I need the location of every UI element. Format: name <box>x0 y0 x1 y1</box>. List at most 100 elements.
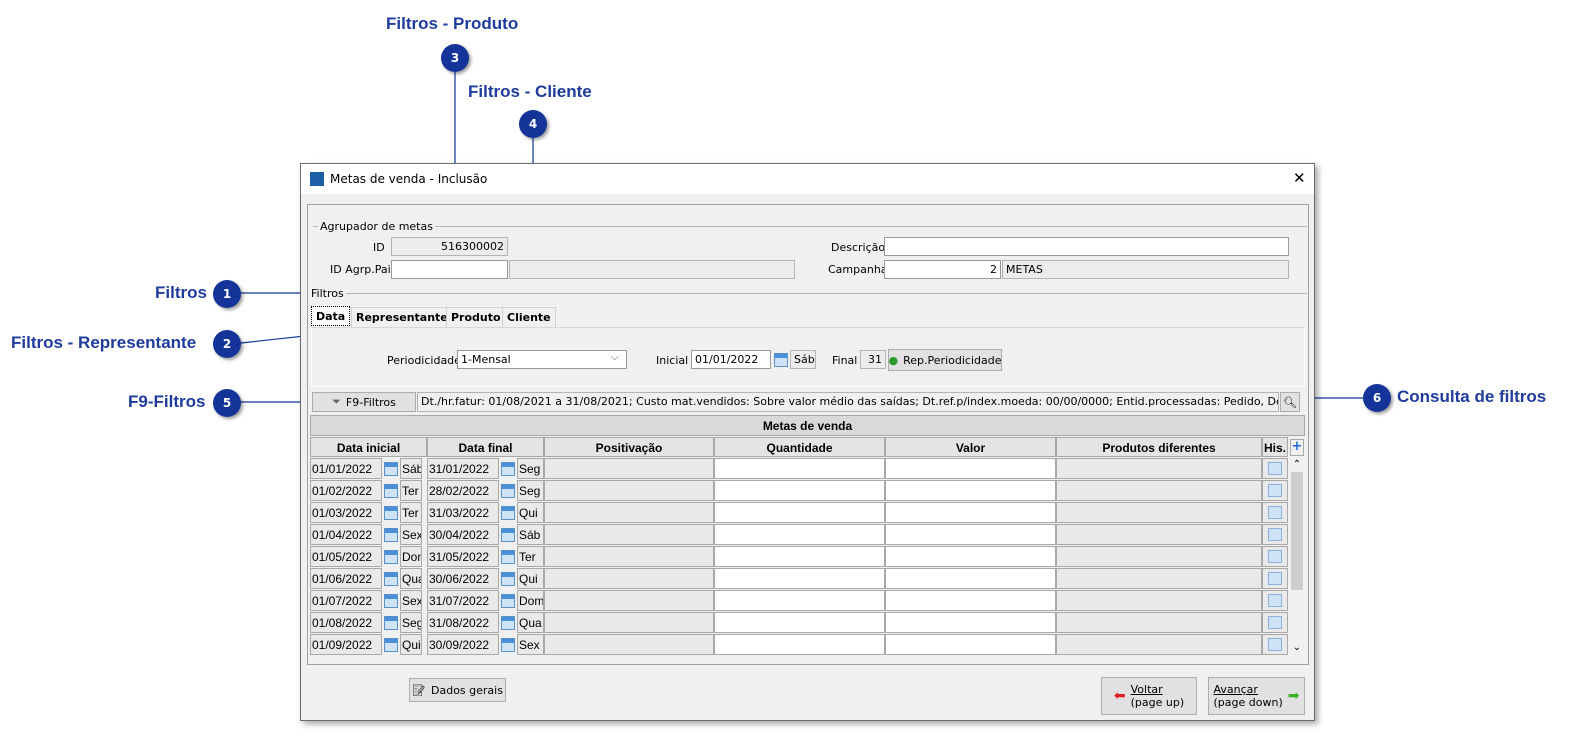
column-header[interactable]: Produtos diferentes <box>1056 437 1262 457</box>
historico-button[interactable] <box>1262 458 1288 479</box>
column-header[interactable]: Quantidade <box>714 437 885 457</box>
data-inicial-cell[interactable]: 01/06/2022 <box>310 568 382 589</box>
data-inicial-cell[interactable]: 01/08/2022 <box>310 612 382 633</box>
calendar-icon[interactable] <box>384 572 398 586</box>
data-final-cell[interactable]: 30/04/2022 <box>427 524 499 545</box>
data-inicial-cell[interactable]: 01/07/2022 <box>310 590 382 611</box>
valor-input[interactable] <box>885 480 1056 501</box>
consulta-filtros-button[interactable]: 🔍︎ <box>1280 392 1300 412</box>
periodicidade-select[interactable]: 1-Mensal <box>457 350 627 369</box>
calendar-icon[interactable] <box>384 484 398 498</box>
data-inicial-cell[interactable]: 01/03/2022 <box>310 502 382 523</box>
calendar-icon[interactable] <box>384 528 398 542</box>
valor-input[interactable] <box>885 502 1056 523</box>
data-final-cell[interactable]: 31/01/2022 <box>427 458 499 479</box>
historico-button[interactable] <box>1262 502 1288 523</box>
column-header[interactable]: Data inicial <box>310 437 427 457</box>
calendar-icon[interactable] <box>384 462 398 476</box>
calendar-icon[interactable] <box>501 638 515 652</box>
calendar-icon[interactable] <box>501 484 515 498</box>
data-inicial-cell[interactable]: 01/05/2022 <box>310 546 382 567</box>
calendar-icon[interactable] <box>384 616 398 630</box>
data-inicial-cell[interactable]: 01/04/2022 <box>310 524 382 545</box>
add-row-icon[interactable]: + <box>1290 439 1304 456</box>
historico-button[interactable] <box>1262 568 1288 589</box>
historico-button[interactable] <box>1262 524 1288 545</box>
valor-input[interactable] <box>885 568 1056 589</box>
quantidade-input[interactable] <box>714 590 885 611</box>
data-inicial-cell[interactable]: 01/02/2022 <box>310 480 382 501</box>
tab-cliente[interactable]: Cliente <box>502 307 556 327</box>
f9-filtros-button[interactable]: ⏷ F9-Filtros <box>312 392 416 412</box>
data-final-cell[interactable]: 30/06/2022 <box>427 568 499 589</box>
calendar-icon[interactable] <box>501 572 515 586</box>
data-final-cell[interactable]: 31/03/2022 <box>427 502 499 523</box>
calendar-icon[interactable] <box>501 528 515 542</box>
avancar-button[interactable]: Avançar (page down) ➡ <box>1208 677 1305 715</box>
tab-data[interactable]: Data <box>311 306 351 326</box>
historico-button[interactable] <box>1262 480 1288 501</box>
scrollbar[interactable]: ⌃ ⌄ <box>1289 459 1305 653</box>
data-inicial-cell[interactable]: 01/01/2022 <box>310 458 382 479</box>
calendar-icon[interactable] <box>501 462 515 476</box>
calendar-icon[interactable] <box>384 638 398 652</box>
close-icon[interactable]: ✕ <box>1293 169 1306 187</box>
arrow-left-icon: ⬅ <box>1113 688 1126 704</box>
data-final-cell[interactable]: 30/09/2022 <box>427 634 499 655</box>
scroll-down-icon[interactable]: ⌄ <box>1289 642 1305 653</box>
data-final-cell[interactable]: 31/08/2022 <box>427 612 499 633</box>
descricao-input[interactable] <box>884 237 1289 256</box>
valor-input[interactable] <box>885 634 1056 655</box>
quantidade-input[interactable] <box>714 524 885 545</box>
data-inicial-cell[interactable]: 01/09/2022 <box>310 634 382 655</box>
chevron-down-icon[interactable]: ⌵ <box>611 352 619 363</box>
produtos-diferentes-cell <box>1056 502 1262 523</box>
historico-button[interactable] <box>1262 634 1288 655</box>
quantidade-input[interactable] <box>714 546 885 567</box>
id-agrp-pai-input[interactable] <box>391 260 508 279</box>
calendar-icon[interactable] <box>384 506 398 520</box>
calendar-icon[interactable] <box>774 353 788 367</box>
dados-gerais-button[interactable]: 📝︎ Dados gerais <box>409 678 506 702</box>
valor-input[interactable] <box>885 612 1056 633</box>
voltar-button[interactable]: ⬅ Voltar (page up) <box>1101 677 1197 715</box>
historico-button[interactable] <box>1262 590 1288 611</box>
scrollbar-thumb[interactable] <box>1291 472 1303 590</box>
annotation-label: Filtros - Cliente <box>468 82 592 101</box>
valor-input[interactable] <box>885 458 1056 479</box>
quantidade-input[interactable] <box>714 612 885 633</box>
valor-input[interactable] <box>885 524 1056 545</box>
produtos-diferentes-cell <box>1056 480 1262 501</box>
column-header[interactable]: Data final <box>427 437 544 457</box>
quantidade-input[interactable] <box>714 502 885 523</box>
filtros-legend: Filtros <box>309 287 346 300</box>
calendar-icon[interactable] <box>501 594 515 608</box>
quantidade-input[interactable] <box>714 458 885 479</box>
calendar-icon[interactable] <box>384 594 398 608</box>
historico-button[interactable] <box>1262 546 1288 567</box>
data-final-cell[interactable]: 31/05/2022 <box>427 546 499 567</box>
column-header[interactable]: His. <box>1262 437 1288 457</box>
inicial-date-input[interactable]: 01/01/2022 <box>691 350 771 369</box>
rep-periodicidade-button[interactable]: ● Rep.Periodicidade <box>888 349 1002 371</box>
quantidade-input[interactable] <box>714 480 885 501</box>
calendar-icon[interactable] <box>501 550 515 564</box>
annotation-badge: 1 <box>213 280 241 308</box>
column-header[interactable]: Valor <box>885 437 1056 457</box>
valor-input[interactable] <box>885 546 1056 567</box>
quantidade-input[interactable] <box>714 568 885 589</box>
calendar-icon[interactable] <box>501 616 515 630</box>
tab-representante[interactable]: Representante <box>351 307 453 327</box>
historico-button[interactable] <box>1262 612 1288 633</box>
calendar-icon[interactable] <box>501 506 515 520</box>
calendar-icon[interactable] <box>384 550 398 564</box>
column-header[interactable]: Positivação <box>544 437 714 457</box>
data-final-cell[interactable]: 28/02/2022 <box>427 480 499 501</box>
annotation-badge: 5 <box>213 389 241 417</box>
tab-produto[interactable]: Produto <box>446 307 506 327</box>
campanha-input[interactable]: 2 <box>884 260 1001 279</box>
scroll-up-icon[interactable]: ⌃ <box>1289 459 1305 470</box>
data-final-cell[interactable]: 31/07/2022 <box>427 590 499 611</box>
quantidade-input[interactable] <box>714 634 885 655</box>
valor-input[interactable] <box>885 590 1056 611</box>
